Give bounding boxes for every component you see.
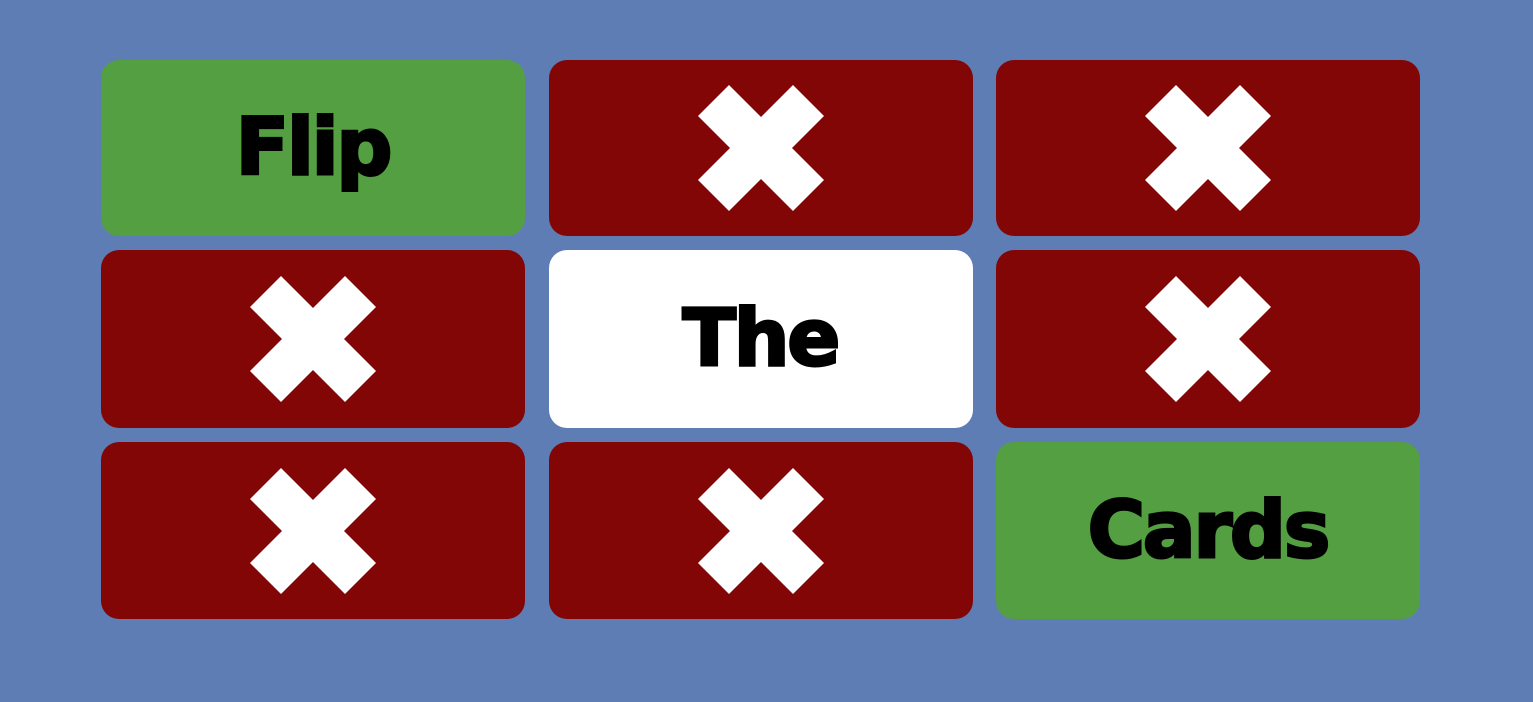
- card-6[interactable]: [996, 250, 1420, 428]
- card-5-label: The: [681, 294, 842, 384]
- x-icon: [1145, 276, 1271, 402]
- card-5[interactable]: The: [548, 250, 973, 428]
- x-icon: [697, 85, 824, 211]
- card-1-label: Flip: [234, 103, 394, 193]
- card-4[interactable]: [101, 250, 525, 428]
- card-3[interactable]: [996, 60, 1420, 236]
- card-7[interactable]: [101, 442, 525, 619]
- card-8[interactable]: [548, 442, 973, 619]
- card-9[interactable]: Cards: [996, 442, 1420, 619]
- x-icon: [697, 467, 824, 594]
- x-icon: [250, 467, 376, 594]
- x-icon: [1145, 85, 1271, 211]
- card-grid: Flip The Cards: [101, 60, 1420, 619]
- card-9-label: Cards: [1086, 485, 1332, 576]
- card-2[interactable]: [548, 60, 973, 236]
- card-1[interactable]: Flip: [101, 60, 525, 236]
- x-icon: [250, 276, 376, 402]
